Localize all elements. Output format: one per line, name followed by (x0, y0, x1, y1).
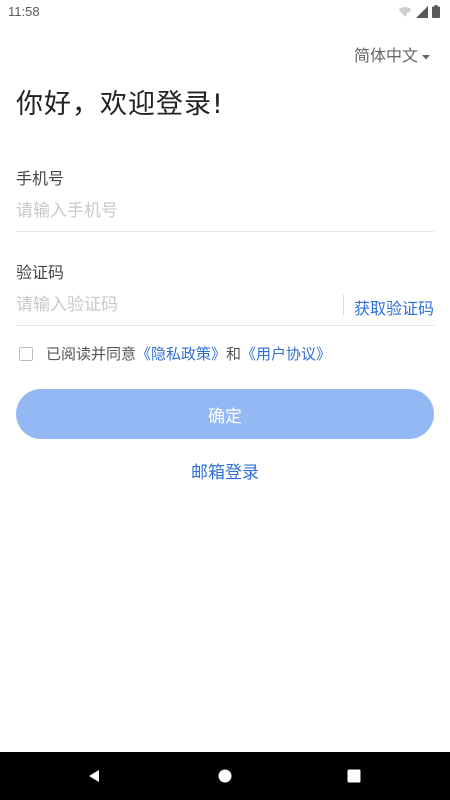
status-bar: 11:58 (0, 0, 450, 24)
agreement-row: 已阅读并同意 《隐私政策》 和 《用户协议》 (16, 343, 331, 364)
language-selector[interactable]: 简体中文 (354, 42, 430, 66)
code-input[interactable] (16, 285, 336, 325)
get-code-button[interactable]: 获取验证码 (354, 295, 434, 319)
home-icon[interactable] (215, 766, 235, 786)
page-title: 你好，欢迎登录! (16, 89, 224, 120)
language-label: 简体中文 (353, 46, 418, 65)
code-underline (16, 325, 434, 326)
navigation-bar (0, 752, 450, 800)
caret-down-icon (422, 45, 430, 64)
agreement-joiner: 和 (226, 345, 242, 363)
battery-icon (432, 3, 440, 22)
wifi-icon (398, 3, 412, 22)
recents-icon[interactable] (344, 766, 364, 786)
code-divider (343, 295, 344, 315)
phone-input[interactable] (16, 191, 434, 232)
privacy-policy-link[interactable]: 《隐私政策》 (136, 343, 226, 364)
status-icons (398, 4, 440, 20)
phone-label: 手机号 (16, 169, 65, 188)
user-agreement-link[interactable]: 《用户协议》 (241, 343, 331, 364)
signal-icon (416, 3, 428, 22)
back-icon[interactable] (84, 766, 104, 786)
code-label: 验证码 (16, 263, 65, 282)
email-login-link[interactable]: 邮箱登录 (0, 458, 450, 483)
agreement-checkbox[interactable] (19, 346, 33, 361)
status-time: 11:58 (8, 4, 40, 19)
confirm-button[interactable]: 确定 (16, 389, 434, 439)
agreement-prefix: 已阅读并同意 (46, 345, 137, 363)
